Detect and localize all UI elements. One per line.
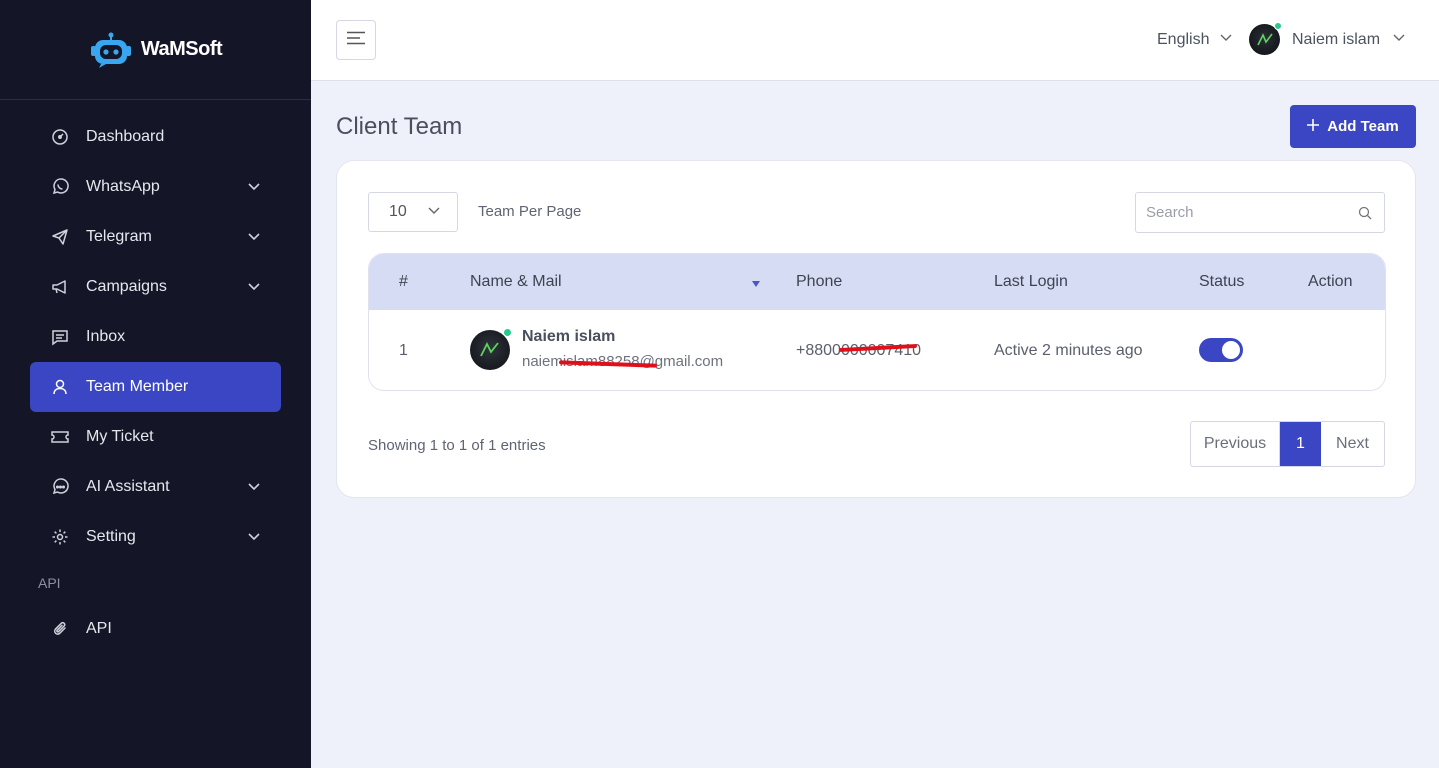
- user-menu[interactable]: Naiem islam: [1249, 22, 1406, 55]
- online-status-dot: [1274, 22, 1282, 30]
- megaphone-icon: [50, 277, 70, 297]
- sidebar-item-label: Inbox: [86, 328, 126, 345]
- sidebar-item-label: Dashboard: [86, 128, 165, 145]
- sidebar: WaMSoft Dashboard WhatsApp Telegram Camp…: [0, 0, 311, 768]
- chevron-down-icon: [247, 179, 261, 198]
- sidebar-item-label: Setting: [86, 528, 136, 545]
- table-row: 1 Naiem islam naiemislam88258@gmail.com …: [369, 310, 1385, 390]
- sidebar-item-label: Team Member: [86, 378, 189, 395]
- plus-icon: [1307, 118, 1320, 135]
- whatsapp-icon: [50, 177, 70, 197]
- pagination-page-1[interactable]: 1: [1280, 422, 1321, 466]
- column-header-last-login: Last Login: [994, 273, 1068, 290]
- sidebar-menu: Dashboard WhatsApp Telegram Campaigns In…: [0, 100, 311, 654]
- ticket-icon: [50, 427, 70, 447]
- brand[interactable]: WaMSoft: [0, 0, 311, 100]
- add-team-button[interactable]: Add Team: [1290, 105, 1416, 148]
- avatar: [470, 328, 512, 370]
- add-team-label: Add Team: [1327, 118, 1399, 135]
- column-header-status: Status: [1199, 273, 1245, 290]
- online-status-dot: [503, 328, 512, 337]
- search-icon[interactable]: [1358, 206, 1372, 225]
- member-email: naiemislam88258@gmail.com: [522, 353, 724, 370]
- user-icon: [50, 377, 70, 397]
- chevron-down-icon: [247, 529, 261, 548]
- language-selector[interactable]: English: [1157, 30, 1233, 49]
- column-header-action: Action: [1308, 273, 1353, 290]
- sidebar-item-api[interactable]: API: [30, 604, 281, 654]
- brand-name: WaMSoft: [140, 38, 223, 60]
- per-page-value: 10: [389, 203, 407, 220]
- search-input[interactable]: [1136, 193, 1336, 232]
- sidebar-item-telegram[interactable]: Telegram: [30, 212, 281, 262]
- sidebar-item-ai-assistant[interactable]: AI Assistant: [30, 462, 281, 512]
- search-box: [1135, 192, 1385, 233]
- pagination: Previous 1 Next: [1190, 421, 1385, 467]
- sidebar-item-label: My Ticket: [86, 428, 154, 445]
- team-card: 10 Team Per Page # Name & Mail Phone Las…: [336, 160, 1416, 498]
- column-header-index: #: [399, 273, 408, 290]
- sidebar-item-my-ticket[interactable]: My Ticket: [30, 412, 281, 462]
- team-table: # Name & Mail Phone Last Login Status Ac…: [368, 253, 1386, 391]
- member-last-login: Active 2 minutes ago: [994, 342, 1143, 359]
- member-name: Naiem islam: [522, 328, 616, 345]
- status-toggle[interactable]: [1199, 338, 1243, 362]
- sidebar-item-inbox[interactable]: Inbox: [30, 312, 281, 362]
- language-label: English: [1157, 30, 1210, 48]
- ai-chat-icon: [50, 477, 70, 497]
- table-header: # Name & Mail Phone Last Login Status Ac…: [369, 254, 1385, 310]
- per-page-label: Team Per Page: [478, 203, 582, 220]
- sidebar-item-campaigns[interactable]: Campaigns: [30, 262, 281, 312]
- gauge-icon: [50, 127, 70, 147]
- sidebar-item-label: WhatsApp: [86, 178, 160, 195]
- chevron-down-icon: [1219, 30, 1233, 49]
- paperclip-icon: [50, 619, 70, 639]
- chevron-down-icon: [247, 279, 261, 298]
- sidebar-section-api: API: [38, 575, 61, 591]
- sort-desc-icon[interactable]: [752, 281, 760, 287]
- column-header-phone: Phone: [796, 273, 843, 290]
- entries-info: Showing 1 to 1 of 1 entries: [368, 437, 546, 454]
- robot-logo-icon: [89, 32, 133, 68]
- pagination-next-button[interactable]: Next: [1321, 422, 1384, 466]
- per-page-select[interactable]: 10: [368, 192, 458, 232]
- page-title: Client Team: [336, 113, 463, 140]
- hamburger-icon: [346, 31, 366, 50]
- sidebar-item-label: Campaigns: [86, 278, 167, 295]
- gear-icon: [50, 527, 70, 547]
- row-index: 1: [399, 342, 408, 359]
- user-name: Naiem islam: [1292, 30, 1381, 48]
- menu-toggle-button[interactable]: [336, 20, 376, 60]
- chevron-down-icon: [247, 479, 261, 498]
- sidebar-item-team-member[interactable]: Team Member: [30, 362, 281, 412]
- sidebar-item-setting[interactable]: Setting: [30, 512, 281, 562]
- chevron-down-icon: [247, 229, 261, 248]
- pagination-previous-button[interactable]: Previous: [1191, 422, 1280, 466]
- chevron-down-icon: [1392, 30, 1406, 49]
- sidebar-item-label: API: [86, 620, 112, 637]
- sidebar-item-whatsapp[interactable]: WhatsApp: [30, 162, 281, 212]
- avatar: [1249, 22, 1282, 55]
- topbar: English Naiem islam: [311, 0, 1439, 81]
- sidebar-item-label: Telegram: [86, 228, 152, 245]
- chevron-down-icon: [427, 203, 441, 222]
- column-header-name-mail[interactable]: Name & Mail: [470, 273, 562, 291]
- sidebar-item-label: AI Assistant: [86, 478, 170, 495]
- chat-icon: [50, 327, 70, 347]
- telegram-icon: [50, 227, 70, 247]
- sidebar-item-dashboard[interactable]: Dashboard: [30, 112, 281, 162]
